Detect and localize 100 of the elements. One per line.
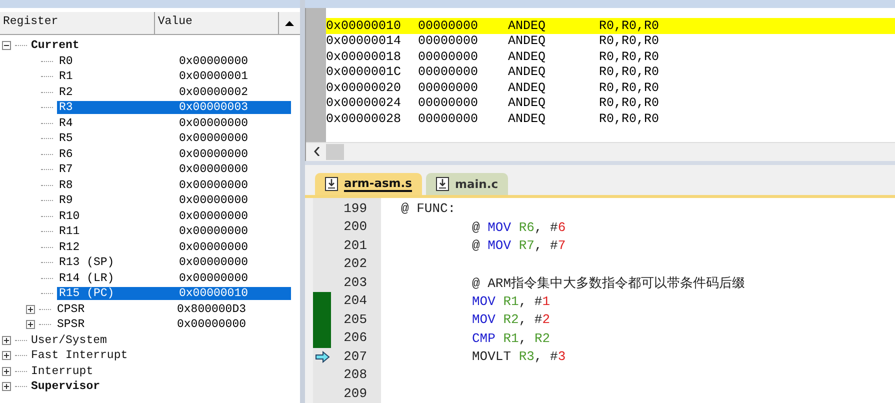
collapse-icon[interactable] (2, 41, 11, 50)
register-row[interactable]: R6 0x00000000 (57, 148, 291, 161)
line-number: 206 (342, 329, 368, 347)
register-row[interactable]: R8 0x00000000 (57, 178, 291, 192)
register-name: R4 (58, 116, 74, 130)
register-name: R13 (SP) (58, 256, 116, 270)
disassembly-row-text: 0x00000020 00000000 ANDEQ R0,R0,R0 (326, 80, 660, 96)
line-number: 208 (342, 366, 368, 384)
file-icon (325, 176, 338, 190)
register-row[interactable]: R13 (SP) 0x00000000 (57, 256, 291, 270)
tree-group-label[interactable]: Supervisor (31, 380, 100, 394)
register-value: 0x00000000 (179, 194, 248, 208)
register-row[interactable]: R11 0x00000000 (57, 225, 291, 238)
register-value: 0x00000000 (179, 163, 248, 176)
register-name: R10 (58, 210, 81, 223)
register-name: SPSR (56, 318, 86, 332)
disassembly-row: 0x00000010 00000000 ANDEQ R0,R0,R0 (326, 18, 895, 34)
register-row[interactable]: R0 0x00000000 (57, 54, 291, 68)
code-line: MOV R1, #1 (471, 294, 550, 309)
register-name: R7 (58, 163, 74, 176)
code-line: @ MOV R7, #7 (471, 238, 566, 254)
column-header[interactable]: Value (154, 12, 279, 34)
register-value: 0x00000001 (179, 70, 248, 84)
register-row[interactable]: R15 (PC) 0x00000010 (57, 287, 291, 300)
register-name: R11 (58, 225, 81, 238)
register-value: 0x00000000 (179, 272, 248, 285)
expand-icon[interactable] (2, 351, 11, 360)
line-number: 201 (342, 236, 368, 254)
register-row[interactable]: SPSR 0x00000000 (55, 318, 289, 332)
expand-icon[interactable] (26, 320, 35, 330)
register-name: R6 (58, 148, 74, 161)
tree-group-label[interactable]: Interrupt (31, 364, 94, 378)
register-name: R5 (58, 132, 74, 146)
expand-icon[interactable] (26, 304, 35, 314)
register-name: CPSR (56, 302, 86, 316)
expand-icon[interactable] (2, 336, 11, 345)
line-number: 202 (342, 255, 368, 273)
code-line: @ FUNC: (400, 201, 456, 216)
line-number: 205 (342, 310, 368, 328)
register-value: 0x00000000 (179, 256, 248, 270)
column-header[interactable]: Register (0, 12, 155, 34)
tree-group-label[interactable]: User/System (31, 334, 107, 347)
register-value: 0x00000010 (179, 287, 248, 300)
register-row[interactable]: R7 0x00000000 (57, 163, 291, 176)
disassembly-row-text: 0x00000028 00000000 ANDEQ R0,R0,R0 (326, 111, 660, 126)
scroll-up-icon[interactable] (284, 20, 294, 26)
file-icon (436, 176, 449, 190)
line-number: 207 (342, 348, 368, 366)
register-value: 0x00000000 (179, 116, 248, 130)
register-row[interactable]: R5 0x00000000 (57, 132, 291, 146)
register-value: 0x00000002 (179, 86, 248, 99)
register-row[interactable]: R14 (LR) 0x00000000 (57, 272, 291, 285)
line-number: 204 (342, 292, 368, 310)
code-line: @ ARM指令集中大多数指令都可以带条件码后缀 (471, 274, 746, 292)
register-name: R9 (58, 194, 74, 208)
code-line: @ MOV R6, #6 (471, 220, 566, 235)
register-row[interactable]: R10 0x00000000 (57, 210, 291, 223)
code-line: MOVLT R3, #3 (471, 349, 566, 364)
register-value: 0x00000000 (179, 148, 248, 161)
scrollbar-thumb[interactable] (326, 144, 344, 160)
register-name: R2 (58, 86, 74, 99)
scroll-left-icon[interactable] (314, 147, 320, 156)
tree-group-label[interactable]: Current (31, 39, 80, 52)
register-row[interactable]: R4 0x00000000 (57, 116, 291, 130)
register-row[interactable]: R2 0x00000002 (57, 86, 291, 99)
register-value: 0x00000000 (179, 54, 248, 68)
register-row[interactable]: R12 0x00000000 (57, 240, 291, 254)
file-tab[interactable]: arm-asm.s (315, 172, 422, 194)
line-number: 199 (342, 200, 368, 218)
register-value: 0x00000000 (179, 178, 248, 192)
code-line: CMP R1, R2 (471, 330, 550, 346)
expand-icon[interactable] (2, 382, 11, 392)
register-row[interactable]: R1 0x00000001 (57, 70, 291, 84)
expand-icon[interactable] (2, 366, 11, 376)
register-name: R0 (58, 54, 74, 68)
code-line: MOV R2, #2 (471, 312, 550, 328)
register-row[interactable]: CPSR 0x800000D3 (55, 302, 289, 316)
line-number: 203 (342, 274, 368, 292)
disassembly-row-text: 0x00000024 00000000 ANDEQ R0,R0,R0 (326, 96, 660, 111)
register-value: 0x00000000 (179, 240, 248, 254)
register-name: R8 (58, 178, 74, 192)
register-value: 0x00000000 (179, 225, 248, 238)
register-value: 0x00000003 (179, 101, 248, 114)
register-name: R14 (LR) (58, 272, 116, 285)
disassembly-row-text: 0x00000014 00000000 ANDEQ R0,R0,R0 (326, 34, 660, 49)
register-value: 0x00000000 (179, 210, 248, 223)
register-row[interactable]: R9 0x00000000 (57, 194, 291, 208)
register-name: R1 (58, 70, 74, 84)
line-number: 209 (342, 384, 368, 402)
register-name: R3 (58, 101, 74, 114)
register-name: R15 (PC) (58, 287, 116, 300)
register-name: R12 (58, 240, 81, 254)
line-number: 200 (342, 218, 368, 236)
register-value: 0x00000000 (177, 318, 246, 332)
disassembly-row-text: 0x00000018 00000000 ANDEQ R0,R0,R0 (326, 49, 660, 64)
disassembly-row-text: 0x0000001C 00000000 ANDEQ R0,R0,R0 (326, 64, 660, 80)
file-tab[interactable]: main.c (426, 172, 508, 194)
tree-group-label[interactable]: Fast Interrupt (31, 349, 128, 362)
register-value: 0x800000D3 (177, 302, 246, 316)
register-row[interactable]: R3 0x00000003 (57, 101, 291, 114)
